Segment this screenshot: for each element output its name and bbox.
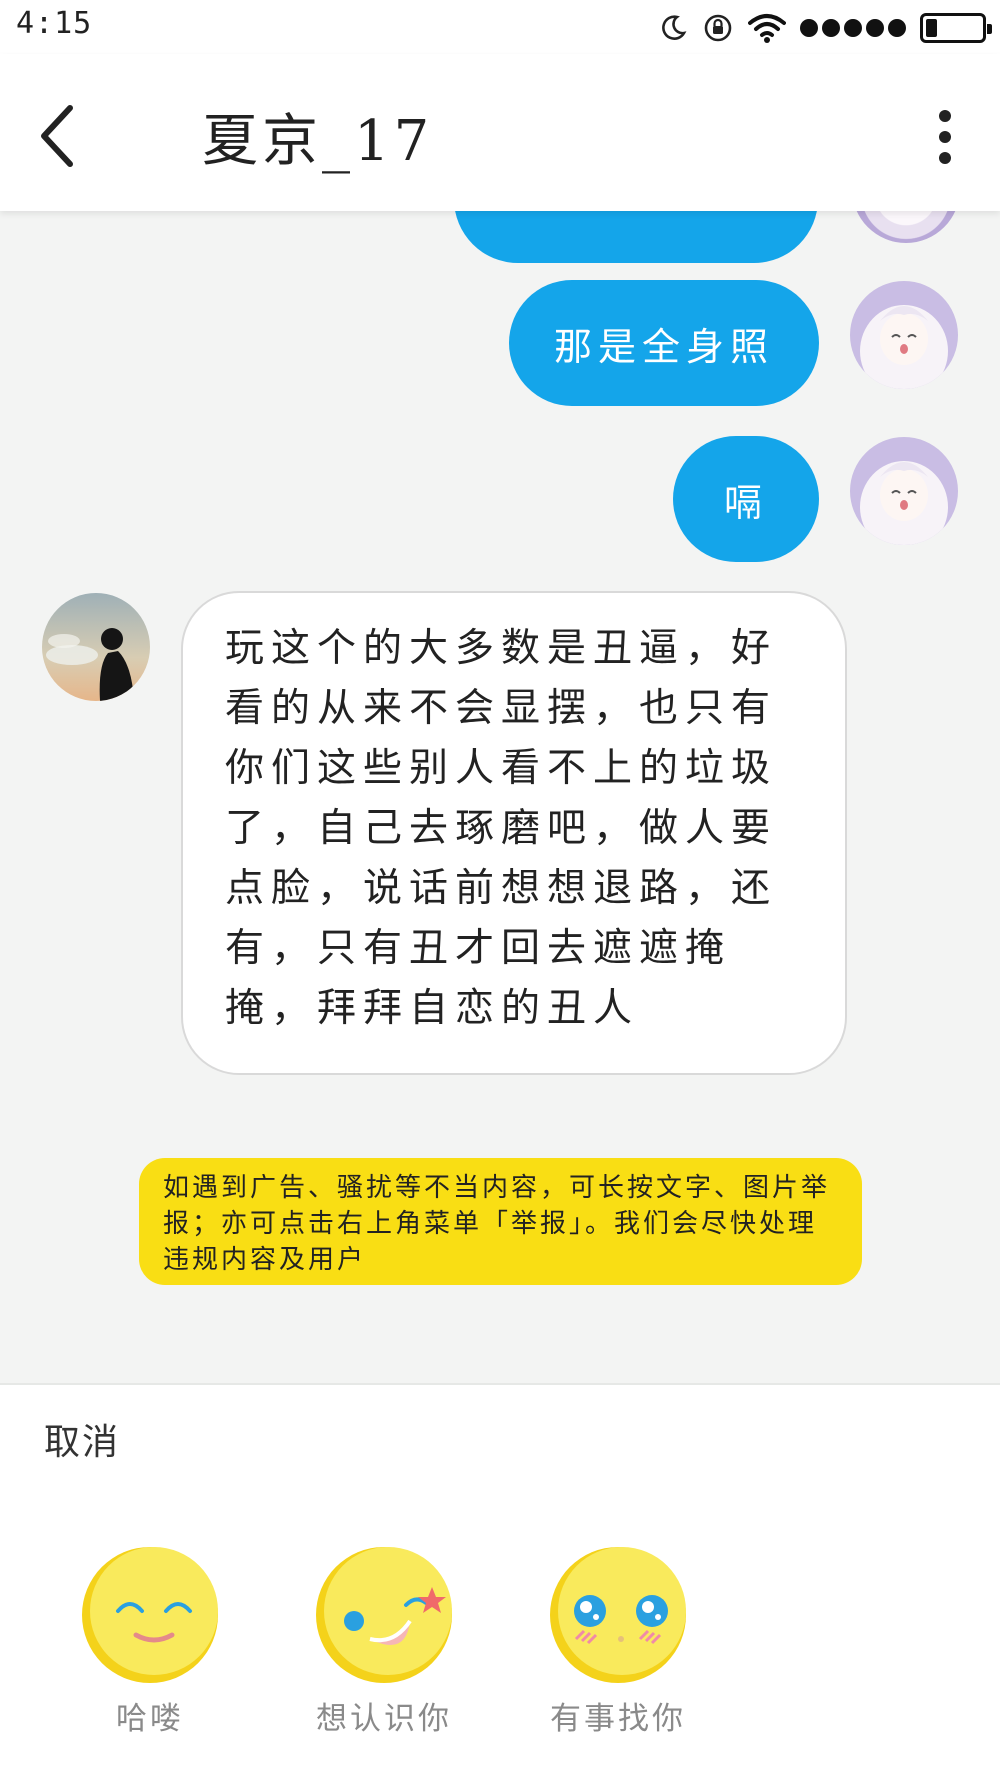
avatar-self[interactable] [852, 211, 960, 243]
status-time: 4:15 [16, 6, 93, 41]
greeting-button-want-to-know-you[interactable]: 想认识你 [294, 1545, 454, 1755]
message-bubble-outgoing[interactable]: 嗝 [673, 436, 819, 562]
greeting-label: 哈喽 [116, 1701, 184, 1737]
signal-dots-icon [800, 19, 906, 37]
smile-face-icon [82, 1547, 218, 1683]
anime-girl-avatar-icon [850, 281, 958, 389]
chevron-left-icon [41, 105, 73, 167]
message-text: 玩这个的大多数是丑逼，好看的从来不会显摆，也只有你们这些别人看不上的垃圾了，自己… [225, 626, 778, 1031]
wifi-icon [748, 14, 786, 43]
safety-notice-banner: 如遇到广告、骚扰等不当内容，可长按文字、图片举报；亦可点击右上角菜单「举报」。我… [139, 1158, 862, 1285]
more-menu-button[interactable] [920, 99, 970, 175]
page-title: 夏京_17 [202, 109, 434, 174]
battery-icon [920, 13, 992, 43]
safety-notice-text: 如遇到广告、骚扰等不当内容，可长按文字、图片举报；亦可点击右上角菜单「举报」。我… [163, 1173, 831, 1275]
greeting-label: 有事找你 [550, 1701, 686, 1737]
anime-girl-avatar-icon [850, 437, 958, 545]
greeting-button-hello[interactable]: 哈喽 [60, 1545, 220, 1755]
wink-face-icon [316, 1547, 452, 1683]
greeting-label: 想认识你 [316, 1701, 452, 1737]
greeting-panel: 取消 哈喽 想认识你 有事找你 [0, 1383, 1000, 1777]
more-vertical-icon [939, 110, 951, 122]
status-bar: 4:15 [0, 0, 1000, 54]
silhouette-sky-avatar-icon [42, 593, 150, 701]
moon-icon [662, 15, 687, 40]
cancel-button[interactable]: 取消 [44, 1413, 120, 1465]
message-bubble-outgoing[interactable]: 那是全身照 [509, 280, 819, 406]
chat-header: 夏京_17 [0, 54, 1000, 211]
status-icons [658, 10, 992, 46]
message-bubble-outgoing-partial[interactable] [454, 211, 818, 263]
greeting-button-need-you[interactable]: 有事找你 [528, 1545, 688, 1755]
message-bubble-incoming[interactable]: 玩这个的大多数是丑逼，好看的从来不会显摆，也只有你们这些别人看不上的垃圾了，自己… [181, 591, 847, 1075]
back-button[interactable] [30, 96, 100, 176]
wide-eyes-face-icon [550, 1547, 686, 1683]
avatar-self[interactable] [850, 437, 958, 545]
avatar-self[interactable] [850, 281, 958, 389]
avatar-contact[interactable] [42, 593, 150, 701]
rotation-lock-icon [704, 14, 732, 42]
chat-messages[interactable]: 那是全身照 嗝 玩这个的大多数是丑逼，好看的从来不会显摆，也只有你们这些别人看不… [0, 211, 1000, 1383]
